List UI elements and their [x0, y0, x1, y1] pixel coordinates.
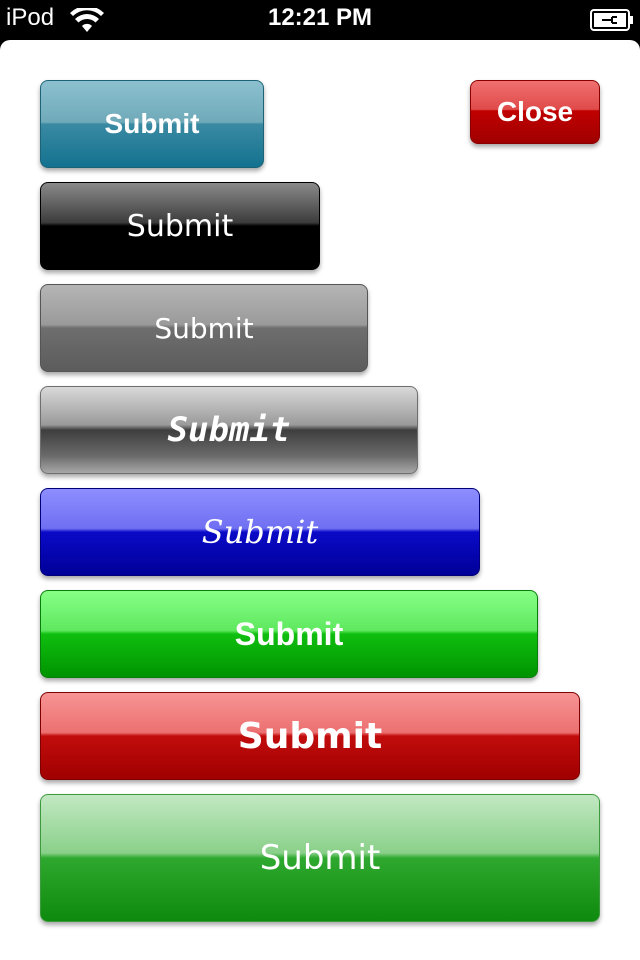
submit-button-black[interactable]: Submit — [40, 182, 320, 270]
modal-sheet: Close Submit Submit Submit Submit Submit… — [0, 40, 640, 960]
battery-charging-icon — [590, 9, 634, 36]
submit-button-blue[interactable]: Submit — [40, 488, 480, 576]
submit-button-light-green[interactable]: Submit — [40, 794, 600, 922]
submit-button-label: Submit — [154, 311, 254, 345]
status-bar: iPod 12:21 PM — [0, 0, 640, 40]
submit-button-label: Submit — [126, 208, 234, 244]
submit-button-label: Submit — [234, 615, 344, 652]
close-button[interactable]: Close — [470, 80, 600, 144]
submit-button-label: Submit — [167, 410, 291, 450]
submit-button-label: Submit — [259, 838, 381, 878]
submit-button-red[interactable]: Submit — [40, 692, 580, 780]
submit-button-green[interactable]: Submit — [40, 590, 538, 678]
submit-button-label: Submit — [237, 715, 383, 757]
submit-button-teal[interactable]: Submit — [40, 80, 264, 168]
clock: 12:21 PM — [267, 4, 373, 31]
submit-button-gray[interactable]: Submit — [40, 284, 368, 372]
close-button-label: Close — [496, 96, 574, 127]
submit-button-silver[interactable]: Submit — [40, 386, 418, 474]
submit-button-label: Submit — [201, 513, 319, 551]
submit-button-label: Submit — [104, 108, 200, 139]
